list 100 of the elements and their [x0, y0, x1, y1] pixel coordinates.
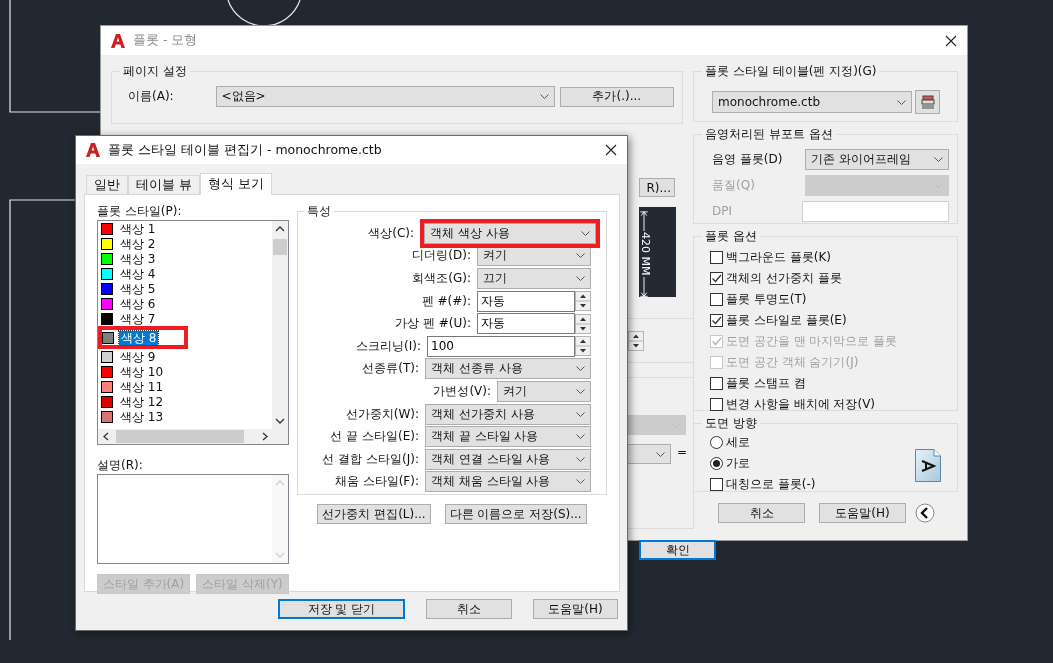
- close-icon: [945, 34, 957, 47]
- button[interactable]: R)...: [639, 178, 675, 197]
- radio-button[interactable]: [710, 436, 723, 449]
- field-label: 설명(R):: [97, 457, 144, 472]
- field-label: 품질(Q): [711, 176, 756, 194]
- button[interactable]: 추가(.)...: [559, 86, 674, 107]
- checkbox-label: 플롯 스타일로 플롯(E): [726, 312, 847, 329]
- field-label: 회색조(G):: [412, 270, 471, 287]
- tab[interactable]: 일반: [86, 175, 128, 194]
- dropdown[interactable]: 기존 와이어프레임: [804, 148, 949, 170]
- input-field[interactable]: 100: [427, 335, 575, 357]
- list-item[interactable]: 색상 9: [98, 349, 272, 364]
- checkbox[interactable]: [710, 377, 723, 390]
- button[interactable]: 다른 이름으로 저장(S)...: [444, 504, 587, 524]
- checkbox-label: 플롯 투명도(T): [726, 291, 807, 308]
- dimension-label: 420 MM: [639, 232, 651, 276]
- field-label: 선가중치(W):: [345, 405, 419, 423]
- caret-icon: [581, 230, 590, 236]
- dimension-arrow: [639, 211, 649, 232]
- list-item[interactable]: 색상 11: [98, 379, 272, 394]
- group-title: 플롯 옵션: [704, 228, 758, 245]
- dropdown[interactable]: 객체 선종류 사용: [425, 358, 591, 380]
- group-title: 플롯 스타일 테이블(펜 지정)(G): [704, 63, 878, 80]
- field-label: 가변성(V):: [433, 382, 491, 400]
- button[interactable]: 선가중치 편집(L)...: [317, 504, 431, 524]
- list-item[interactable]: 색상 5: [98, 281, 272, 296]
- chevron-left-icon: [915, 503, 935, 523]
- field-label: 음영 플롯(D): [711, 150, 784, 168]
- checkbox[interactable]: [710, 251, 723, 264]
- close-icon: [605, 144, 617, 156]
- radio-button[interactable]: [710, 457, 723, 470]
- list-item[interactable]: 색상 8: [102, 330, 184, 345]
- dropdown[interactable]: 켜기: [497, 380, 591, 402]
- field-label: 가상 펜 #(U):: [395, 315, 471, 333]
- field-label: 디더링(D):: [412, 247, 471, 265]
- list-item[interactable]: 색상 4: [98, 266, 272, 281]
- list-item[interactable]: 색상 12: [98, 394, 272, 409]
- caret-icon: [576, 434, 585, 440]
- spin-buttons: [575, 313, 591, 334]
- dropdown[interactable]: 객체 채움 스타일 사용: [425, 471, 591, 493]
- group-title: 도면 방향: [704, 415, 758, 432]
- spin-buttons: [575, 336, 591, 357]
- checkbox-label: 백그라운드 플롯(K): [726, 249, 832, 266]
- checkbox-label: 변경 사항을 배치에 저장(V): [726, 396, 875, 413]
- checkbox-label: 도면 공간을 맨 마지막으로 플롯: [726, 333, 898, 350]
- checkbox-label: 도면 공간 객체 숨기기(J): [726, 354, 859, 371]
- button[interactable]: 도움말(H): [533, 599, 618, 619]
- caret-icon: [576, 456, 585, 462]
- button[interactable]: 도움말(H): [819, 503, 906, 523]
- dropdown[interactable]: 객체 색상 사용: [424, 222, 596, 244]
- dropdown[interactable]: 객체 연결 스타일 사용: [425, 448, 591, 470]
- field-label: 스크리닝(I):: [356, 337, 421, 355]
- field-label: DPI: [711, 204, 733, 218]
- dropdown[interactable]: <없음>: [215, 86, 555, 107]
- list-item[interactable]: 색상 10: [98, 364, 272, 379]
- checkbox[interactable]: [710, 478, 723, 491]
- group-title: 음영처리된 뷰포트 옵션: [704, 126, 834, 143]
- field-label: 플롯 스타일(P):: [97, 203, 183, 218]
- button[interactable]: 저장 및 닫기: [278, 599, 405, 619]
- tab[interactable]: 테이블 뷰: [128, 175, 200, 194]
- dropdown[interactable]: 객체 선가중치 사용: [425, 403, 591, 425]
- list-item[interactable]: 색상 1: [98, 221, 272, 236]
- dropdown[interactable]: monochrome.ctb: [712, 91, 912, 113]
- checkbox[interactable]: [710, 314, 723, 327]
- equals-sign: =: [677, 445, 688, 459]
- field-label: 이름(A):: [127, 88, 175, 105]
- list-item[interactable]: 색상 7: [98, 311, 272, 326]
- list-item[interactable]: 색상 6: [98, 296, 272, 311]
- checkbox-label: 대칭으로 플롯(-): [726, 476, 816, 493]
- checkbox[interactable]: [710, 272, 723, 285]
- button[interactable]: 확인: [639, 540, 716, 560]
- checkbox-label: 플롯 스탬프 켬: [726, 375, 806, 392]
- caret-icon: [576, 388, 585, 394]
- radio-label: 가로: [726, 455, 750, 472]
- list-item[interactable]: 색상 2: [98, 236, 272, 251]
- collapse-button[interactable]: [915, 503, 935, 523]
- input-field[interactable]: 자동: [477, 313, 575, 335]
- tab[interactable]: 형식 보기: [200, 173, 272, 195]
- dropdown[interactable]: 끄기: [477, 268, 591, 289]
- page-orientation-icon: [915, 449, 941, 482]
- list-item[interactable]: 색상 13: [98, 409, 272, 424]
- description-box[interactable]: [97, 474, 289, 564]
- checkbox[interactable]: [710, 293, 723, 306]
- edit-button[interactable]: [915, 90, 940, 114]
- button[interactable]: 취소: [426, 599, 512, 619]
- group-title: 페이지 설정: [122, 63, 188, 80]
- caret-icon: [576, 253, 585, 259]
- plot-style-list[interactable]: 색상 1 색상 2 색상 3 색상 4 색상 5 색상 6 색상 7 색상 8 색상 9 색상 10 색상 11 색상 12 색상 13: [97, 220, 289, 445]
- dropdown[interactable]: 객체 끝 스타일 사용: [425, 426, 591, 448]
- field-label: 선종류(T):: [362, 360, 419, 378]
- group-title: 특성: [306, 203, 332, 220]
- input-field[interactable]: 자동: [477, 290, 575, 312]
- list-item[interactable]: 색상 3: [98, 251, 272, 266]
- spin-buttons: [575, 291, 591, 312]
- dimension-arrow: [639, 276, 649, 297]
- field-label: 펜 #(#):: [421, 292, 471, 310]
- button[interactable]: 취소: [718, 503, 805, 523]
- checkbox[interactable]: [710, 398, 723, 411]
- caret-icon: [934, 156, 943, 162]
- field-label: 색상(C):: [368, 224, 414, 242]
